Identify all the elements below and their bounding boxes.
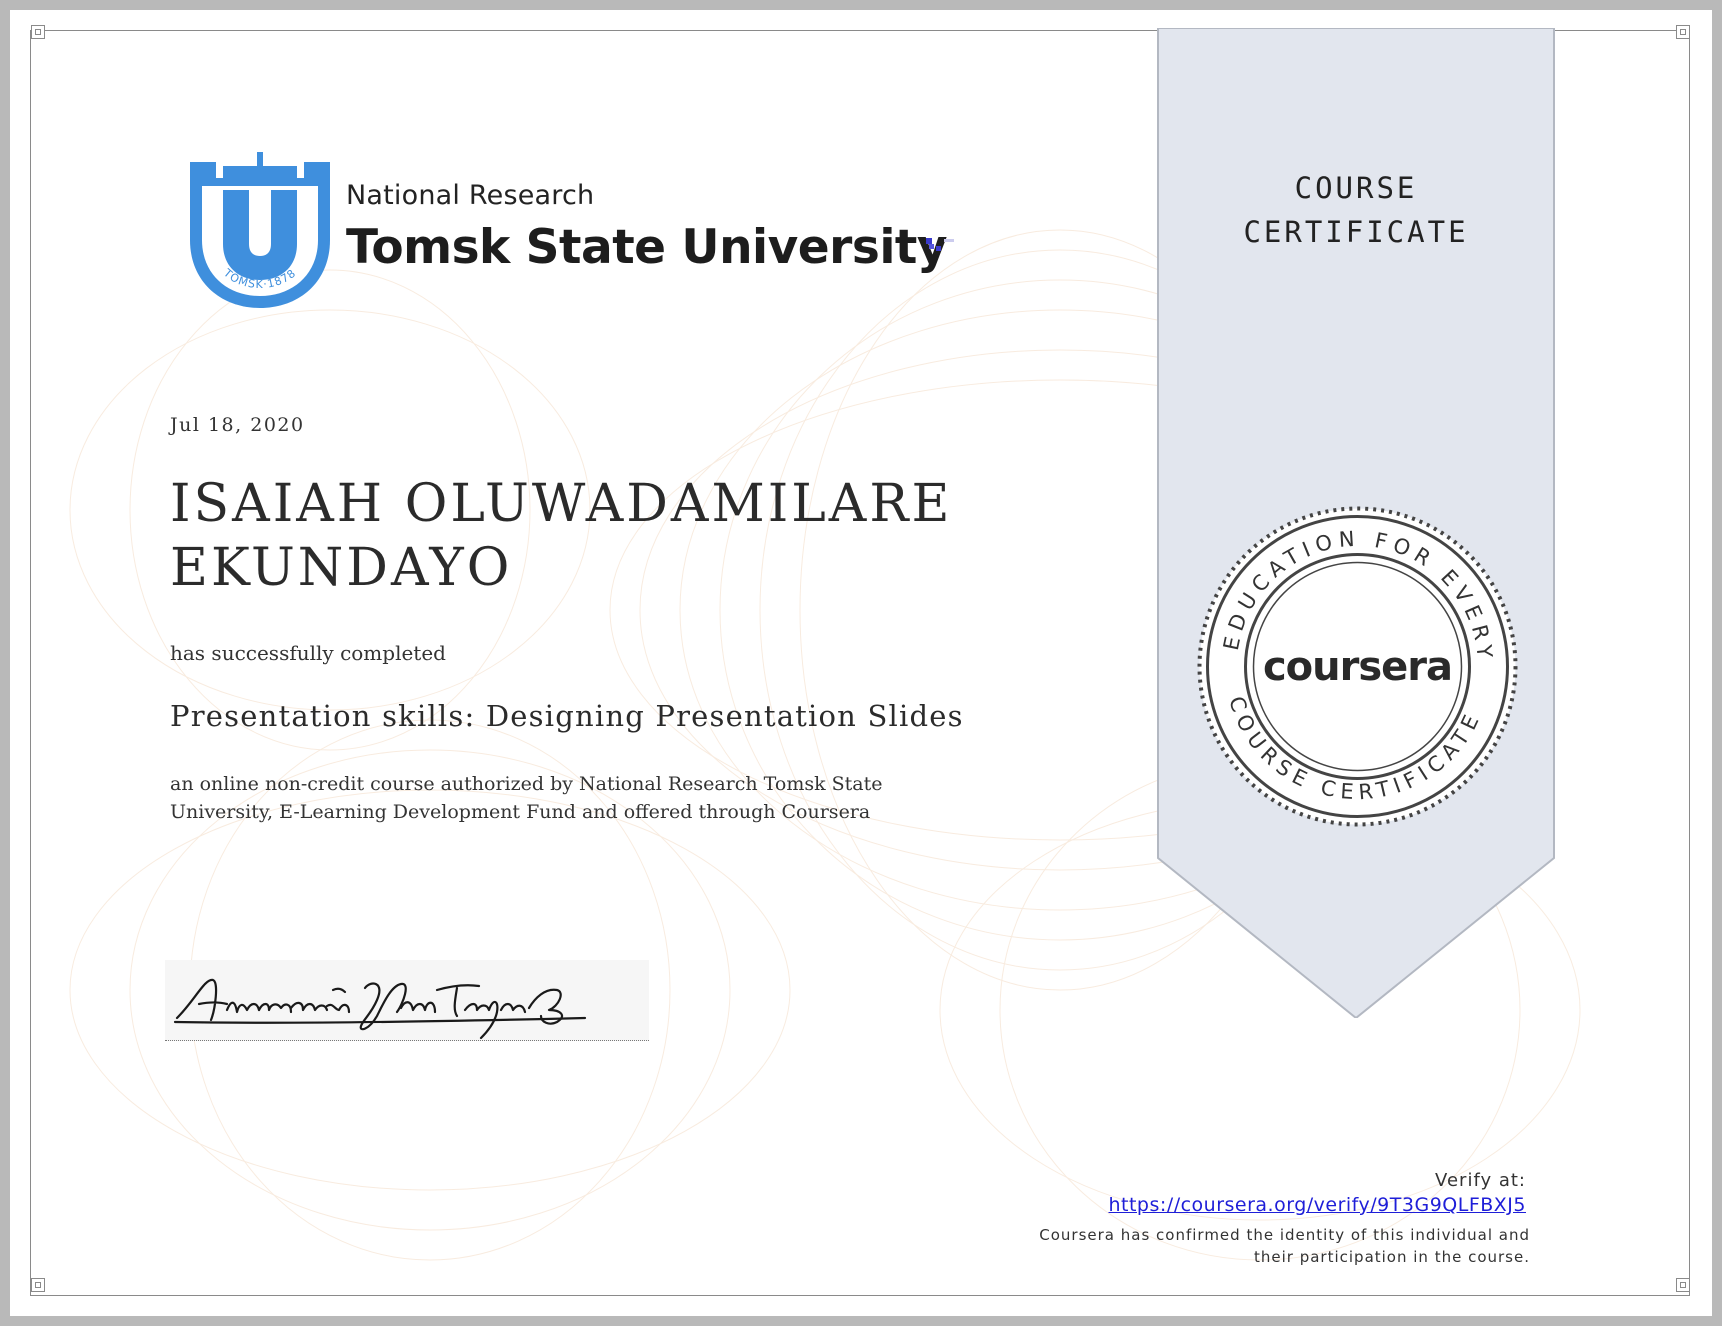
completion-date: Jul 18, 2020 bbox=[170, 414, 305, 436]
ribbon-title: COURSE CERTIFICATE bbox=[1156, 166, 1556, 254]
verify-link[interactable]: https://coursera.org/verify/9T3G9QLFBXJ5 bbox=[1108, 1194, 1526, 1216]
certificate-page: TOMSK·1878 National Research Tomsk State… bbox=[10, 10, 1712, 1316]
recipient-name-line2: EKUNDAYO bbox=[170, 538, 513, 598]
institution-line1: National Research bbox=[346, 180, 595, 211]
recipient-name-line1: ISAIAH OLUWADAMILARE bbox=[170, 474, 953, 534]
corner-ornament-br bbox=[1676, 1278, 1690, 1292]
course-description: an online non-credit course authorized b… bbox=[170, 773, 883, 823]
signature bbox=[165, 960, 649, 1041]
ribbon-title-line2: CERTIFICATE bbox=[1243, 215, 1469, 249]
small-logo-mark-icon bbox=[926, 238, 954, 251]
ribbon-title-line1: COURSE bbox=[1294, 171, 1418, 205]
verification-note-line1: Coursera has confirmed the identity of t… bbox=[1039, 1226, 1530, 1244]
corner-ornament-tr bbox=[1676, 25, 1690, 39]
verify-label: Verify at: bbox=[1435, 1170, 1526, 1191]
verification-note: Coursera has confirmed the identity of t… bbox=[1010, 1224, 1530, 1268]
completed-text: has successfully completed bbox=[170, 641, 446, 665]
tsu-logo: TOMSK·1878 bbox=[190, 152, 330, 308]
course-title: Presentation skills: Designing Presentat… bbox=[170, 699, 964, 733]
verification-note-line2: their participation in the course. bbox=[1253, 1248, 1530, 1266]
corner-ornament-bl bbox=[31, 1278, 45, 1292]
coursera-logo-text: coursera bbox=[1263, 644, 1452, 690]
institution-name: Tomsk State University bbox=[346, 220, 948, 275]
corner-ornament-tl bbox=[31, 25, 45, 39]
signature-image bbox=[173, 978, 587, 1040]
coursera-seal: EDUCATION FOR EVERYONE COURSE CERTIFICAT… bbox=[1195, 504, 1518, 827]
recipient-name: ISAIAH OLUWADAMILARE EKUNDAYO bbox=[170, 472, 970, 600]
